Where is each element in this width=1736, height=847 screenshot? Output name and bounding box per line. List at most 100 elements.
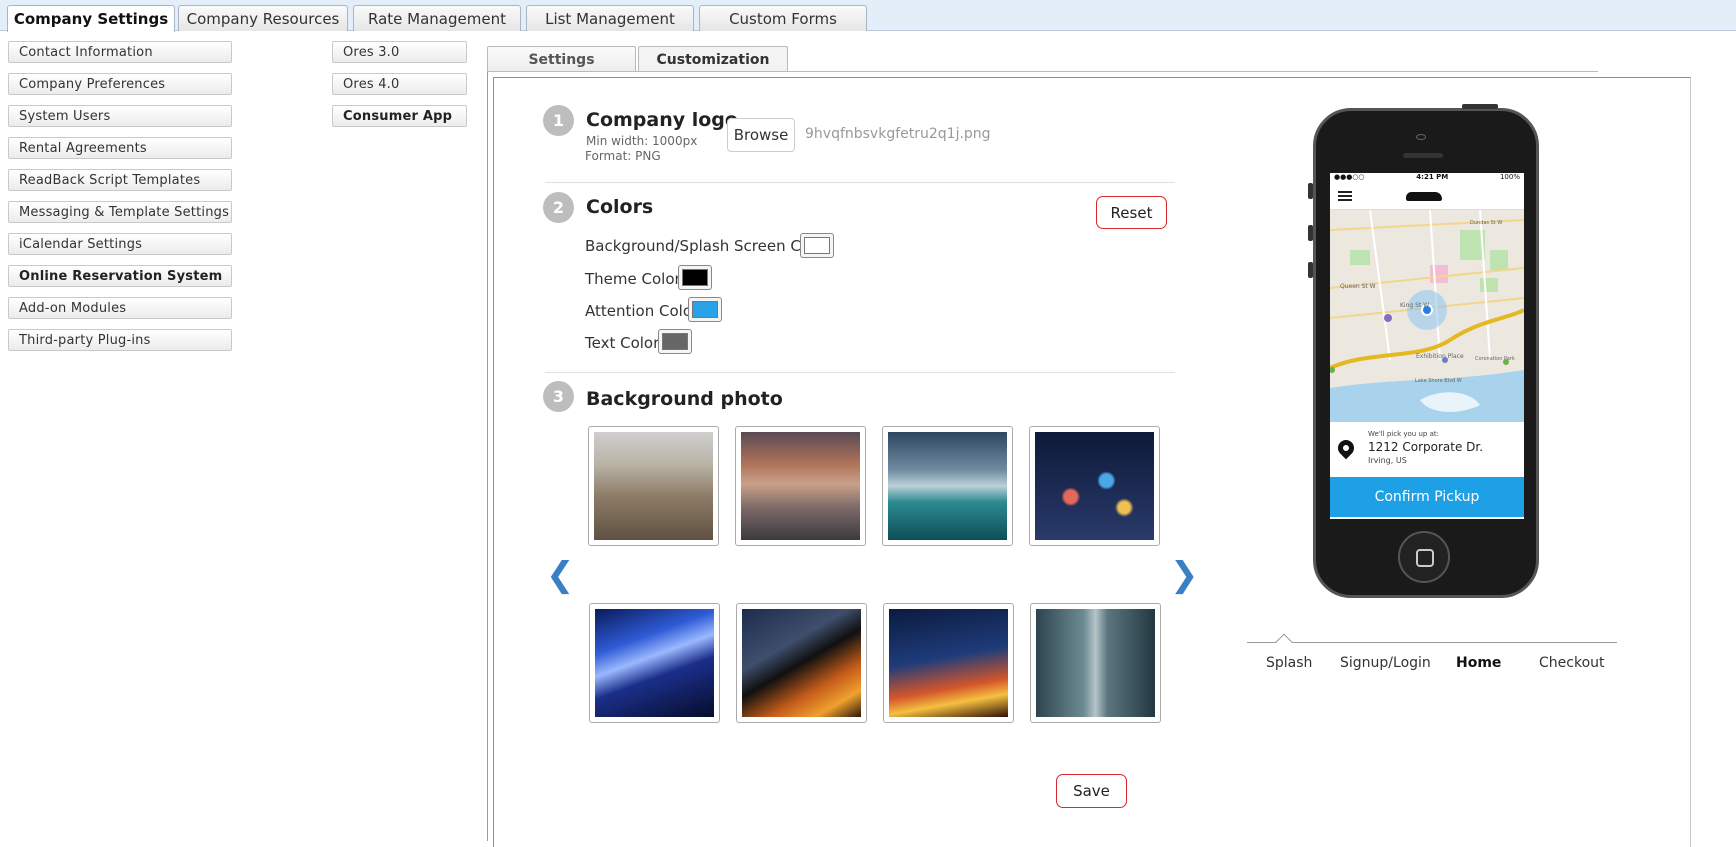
background-color-fill bbox=[804, 237, 830, 254]
submenu-ores-4[interactable]: Ores 4.0 bbox=[332, 73, 467, 95]
city-skyline-image bbox=[594, 432, 713, 540]
theme-color-swatch[interactable] bbox=[678, 265, 712, 290]
phone-tab-home[interactable]: Home bbox=[1456, 655, 1501, 671]
hamburger-menu-icon[interactable] bbox=[1338, 189, 1352, 203]
reset-button[interactable]: Reset bbox=[1096, 196, 1167, 229]
downtown-street-image bbox=[1036, 609, 1155, 717]
chevron-left-icon[interactable]: ❮ bbox=[546, 555, 575, 595]
background-photo-thumbnail[interactable] bbox=[1029, 426, 1160, 546]
phone-speaker bbox=[1416, 134, 1426, 140]
background-photo-thumbnail[interactable] bbox=[736, 603, 867, 723]
harbor-image bbox=[888, 432, 1007, 540]
phone-top-button bbox=[1462, 104, 1498, 109]
save-button[interactable]: Save bbox=[1056, 774, 1127, 808]
step-1-badge: 1 bbox=[543, 105, 574, 136]
pickup-address: 1212 Corporate Dr. bbox=[1368, 440, 1484, 454]
top-tab-bar: Company Settings Company Resources Rate … bbox=[0, 0, 1736, 32]
home-square-icon bbox=[1416, 549, 1434, 567]
text-color-swatch[interactable] bbox=[658, 329, 692, 354]
highway-overpass-image bbox=[742, 609, 861, 717]
map-label: Queen St W bbox=[1340, 283, 1376, 290]
text-color-fill bbox=[662, 333, 688, 350]
menu-add-on-modules[interactable]: Add-on Modules bbox=[8, 297, 232, 319]
background-photo-title: Background photo bbox=[586, 388, 783, 410]
night-traffic-image bbox=[889, 609, 1008, 717]
menu-icalendar-settings[interactable]: iCalendar Settings bbox=[8, 233, 232, 255]
background-photo-thumbnail[interactable] bbox=[882, 426, 1013, 546]
submenu-ores-3[interactable]: Ores 3.0 bbox=[332, 41, 467, 63]
phone-side-button bbox=[1308, 183, 1313, 199]
map-label: Dundas St W bbox=[1470, 220, 1503, 226]
sunset-city-image bbox=[741, 432, 860, 540]
map-label: King St W bbox=[1400, 302, 1430, 309]
phone-screen: ●●●○○ 4:21 PM 100% Queen St W King St W … bbox=[1330, 173, 1524, 519]
phone-status-bar: ●●●○○ 4:21 PM 100% bbox=[1330, 173, 1524, 182]
phone-app-bar bbox=[1330, 182, 1524, 210]
phone-home-button bbox=[1398, 531, 1450, 583]
background-photo-thumbnail[interactable] bbox=[883, 603, 1014, 723]
background-color-swatch[interactable] bbox=[800, 233, 834, 258]
background-photo-thumbnail[interactable] bbox=[589, 603, 720, 723]
menu-company-preferences[interactable]: Company Preferences bbox=[8, 73, 232, 95]
status-time: 4:21 PM bbox=[1416, 173, 1449, 181]
background-photo-thumbnail[interactable] bbox=[588, 426, 719, 546]
step-2-badge: 2 bbox=[543, 192, 574, 223]
divider bbox=[545, 182, 1175, 183]
map-view[interactable]: Queen St W King St W Exhibition Place Co… bbox=[1330, 210, 1524, 422]
phone-side-button bbox=[1308, 225, 1313, 241]
attention-color-fill bbox=[692, 301, 718, 318]
phone-side-button bbox=[1308, 262, 1313, 278]
menu-messaging-template-settings[interactable]: Messaging & Template Settings bbox=[8, 201, 232, 223]
confirm-pickup-button[interactable]: Confirm Pickup bbox=[1330, 477, 1524, 517]
phone-earpiece bbox=[1403, 153, 1443, 158]
tab-company-settings[interactable]: Company Settings bbox=[7, 5, 175, 32]
map-label: Coronation Park bbox=[1475, 356, 1515, 362]
light-streaks-car-image bbox=[595, 609, 714, 717]
bokeh-lights-image bbox=[1035, 432, 1154, 540]
phone-tab-splash[interactable]: Splash bbox=[1266, 655, 1312, 671]
company-logo-title: Company logo bbox=[586, 109, 738, 131]
menu-rental-agreements[interactable]: Rental Agreements bbox=[8, 137, 232, 159]
menu-readback-script-templates[interactable]: ReadBack Script Templates bbox=[8, 169, 232, 191]
attention-color-swatch[interactable] bbox=[688, 297, 722, 322]
tab-custom-forms[interactable]: Custom Forms bbox=[699, 5, 867, 31]
background-photo-thumbnail[interactable] bbox=[735, 426, 866, 546]
background-photo-thumbnail[interactable] bbox=[1030, 603, 1161, 723]
phone-tab-signup-login[interactable]: Signup/Login bbox=[1340, 655, 1431, 671]
pickup-address-card[interactable]: We'll pick you up at: 1212 Corporate Dr.… bbox=[1330, 422, 1524, 477]
tab-rate-management[interactable]: Rate Management bbox=[353, 5, 521, 31]
pickup-caption: We'll pick you up at: bbox=[1368, 430, 1439, 438]
theme-color-fill bbox=[682, 269, 708, 286]
map-label: Lake Shore Blvd W bbox=[1415, 378, 1462, 384]
menu-third-party-plug-ins[interactable]: Third-party Plug-ins bbox=[8, 329, 232, 351]
phone-tabs-line bbox=[1247, 642, 1617, 643]
divider bbox=[545, 372, 1175, 373]
tab-customization[interactable]: Customization bbox=[638, 46, 788, 72]
pickup-city: Irving, US bbox=[1368, 456, 1407, 465]
menu-contact-information[interactable]: Contact Information bbox=[8, 41, 232, 63]
logo-min-width: Min width: 1000px bbox=[586, 134, 698, 148]
map-label: Exhibition Place bbox=[1416, 353, 1464, 360]
battery-level: 100% bbox=[1499, 173, 1520, 181]
browse-button[interactable]: Browse bbox=[727, 118, 795, 152]
menu-online-reservation-system[interactable]: Online Reservation System bbox=[8, 265, 232, 287]
chevron-right-icon[interactable]: ❯ bbox=[1170, 555, 1199, 595]
tab-company-resources[interactable]: Company Resources bbox=[178, 5, 348, 31]
submenu-consumer-app[interactable]: Consumer App bbox=[332, 105, 467, 127]
background-color-label: Background/Splash Screen Color: bbox=[585, 237, 835, 255]
map-pin-icon bbox=[1334, 436, 1358, 460]
map-graphic bbox=[1330, 210, 1524, 422]
phone-tab-checkout[interactable]: Checkout bbox=[1539, 655, 1605, 671]
attention-color-label: Attention Color: bbox=[585, 302, 703, 320]
theme-color-label: Theme Color: bbox=[585, 270, 686, 288]
logo-format: Format: PNG bbox=[585, 149, 661, 163]
menu-system-users[interactable]: System Users bbox=[8, 105, 232, 127]
signal-indicator: ●●●○○ bbox=[1334, 173, 1365, 181]
colors-title: Colors bbox=[586, 196, 654, 218]
tab-settings[interactable]: Settings bbox=[487, 46, 636, 72]
logo-filename: 9hvqfnbsvkgfetru2q1j.png bbox=[805, 126, 991, 142]
text-color-label: Text Color: bbox=[585, 334, 665, 352]
car-logo-icon bbox=[1406, 192, 1442, 201]
tab-list-management[interactable]: List Management bbox=[526, 5, 694, 31]
step-3-badge: 3 bbox=[543, 381, 574, 412]
